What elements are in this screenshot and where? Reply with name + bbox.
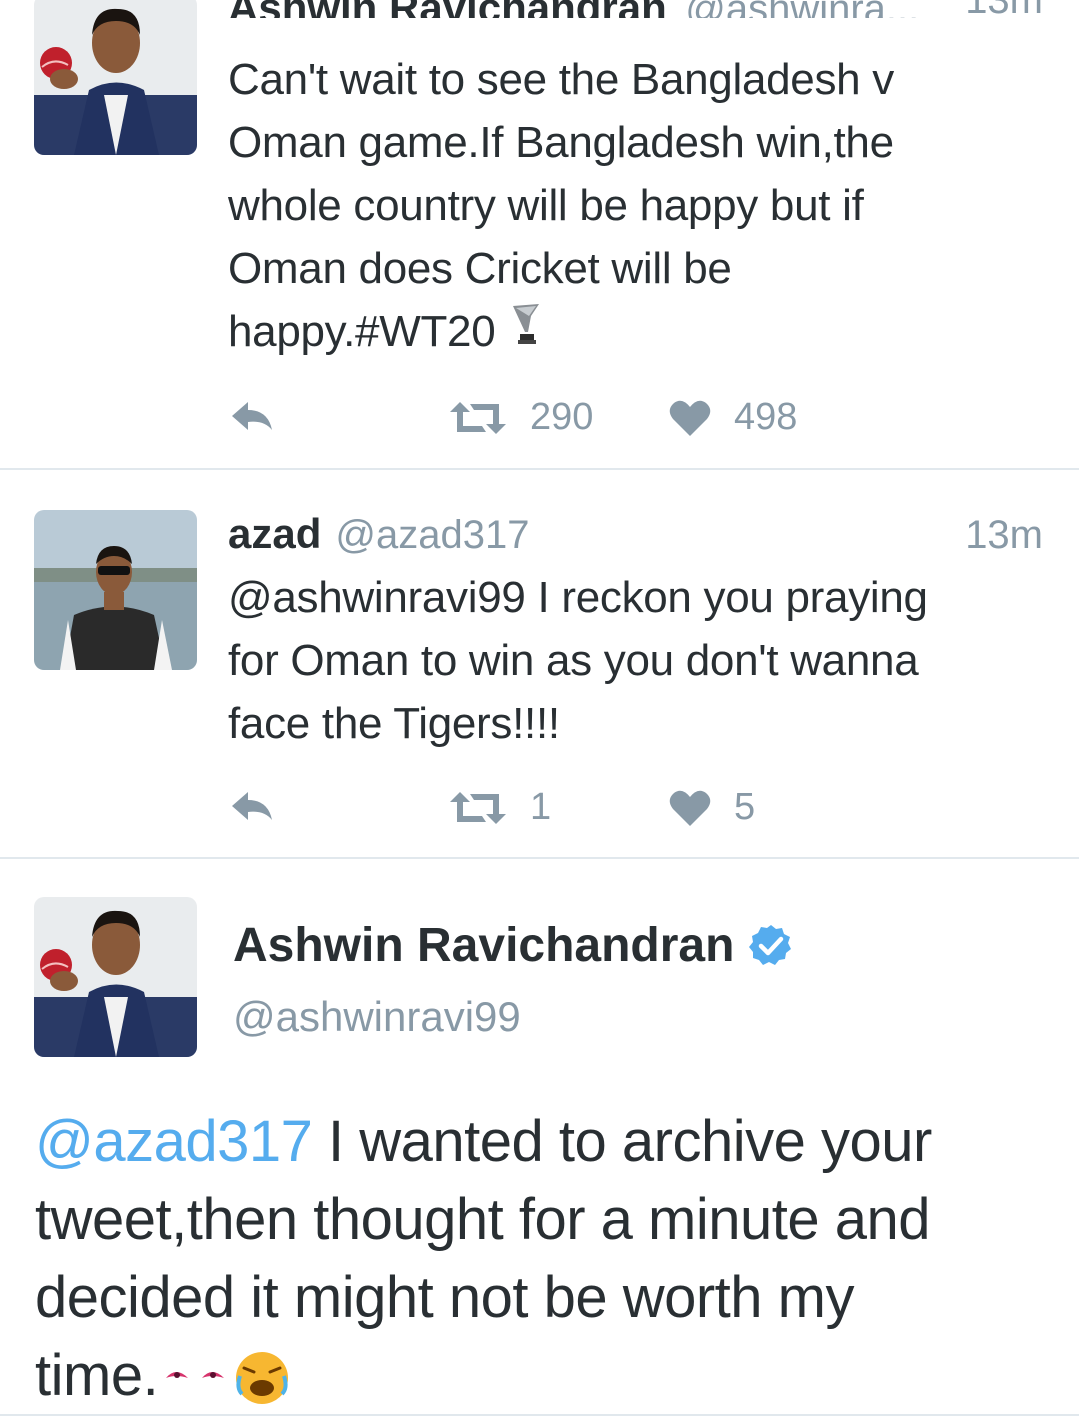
tweet3-text: @azad317 I wanted to archive your tweet,… [35, 1103, 1055, 1415]
retweet-button[interactable]: 290 [448, 396, 593, 439]
tweet3-author-name[interactable]: Ashwin Ravichandran [233, 918, 794, 973]
tweet1-line: Can't wait to see the Bangladesh v [228, 55, 894, 104]
tweet3-author-handle[interactable]: @ashwinravi99 [233, 993, 521, 1041]
avatar-ashwin-image [34, 897, 197, 1057]
reply-button[interactable] [228, 396, 276, 436]
author-name-text: Ashwin Ravichandran [233, 919, 735, 972]
avatar-ashwin-image [34, 0, 197, 155]
tweet2-line: face the Tigers!!!! [228, 699, 560, 748]
verified-icon [749, 924, 792, 965]
reply-button[interactable] [228, 786, 276, 826]
tweet2-author-handle[interactable]: @azad317 [335, 513, 529, 558]
avatar-azad[interactable] [34, 510, 197, 670]
tweet-azad[interactable]: azad @azad317 13m @ashwinravi99 I reckon… [0, 470, 1079, 858]
tweet3-line: tweet,then thought for a minute and [35, 1187, 931, 1252]
tweet2-actions: 1 5 [228, 786, 928, 832]
emoji-icon [162, 1346, 302, 1406]
trophy-icon [511, 300, 541, 363]
tweet1-line: Oman does Cricket will be [228, 244, 732, 293]
divider [0, 1414, 1079, 1416]
like-button[interactable]: 498 [668, 396, 797, 439]
tweet1-author-handle[interactable]: @ashwinra... [685, 0, 919, 18]
reply-icon [232, 792, 272, 820]
tweet1-header: Ashwin Ravichandran @ashwinra... 13m [228, 0, 1043, 18]
tweet2-line: for Oman to win as you don't wanna [228, 636, 919, 685]
tweet1-line: Oman game.If Bangladesh win,the [228, 118, 894, 167]
tweet3-line: I wanted to archive your [312, 1109, 932, 1174]
mention-link[interactable]: @azad317 [35, 1109, 313, 1174]
reply-icon [232, 402, 272, 430]
tweet3-line: decided it might not be worth my [35, 1265, 854, 1330]
tweet1-line: happy.#WT20 [228, 307, 496, 356]
tweet3-line: time. [35, 1343, 159, 1408]
tweet1-author-name[interactable]: Ashwin Ravichandran [228, 0, 667, 18]
retweet-count: 1 [530, 786, 552, 828]
retweet-icon [450, 401, 506, 434]
like-count: 5 [734, 786, 756, 828]
tweet-ashwin-1[interactable]: Ashwin Ravichandran @ashwinra... 13m Can… [0, 0, 1079, 470]
retweet-icon [450, 791, 506, 824]
retweet-button[interactable]: 1 [448, 786, 551, 829]
retweet-count: 290 [530, 396, 594, 438]
divider [0, 857, 1079, 859]
tweet1-text: Can't wait to see the Bangladesh v Oman … [228, 48, 1049, 363]
heart-icon [669, 400, 711, 436]
like-button[interactable]: 5 [668, 786, 755, 829]
tweet2-line: @ashwinravi99 I reckon you praying [228, 573, 928, 622]
avatar-ashwin[interactable] [34, 0, 197, 155]
tweet2-time[interactable]: 13m [965, 513, 1043, 558]
tweet1-line: whole country will be happy but if [228, 181, 864, 230]
tweet2-header: azad @azad317 13m [228, 510, 1043, 570]
heart-icon [669, 790, 711, 826]
tweet1-time[interactable]: 13m [965, 0, 1043, 18]
avatar-ashwin[interactable] [34, 897, 197, 1057]
tweet1-actions: 290 498 [228, 396, 928, 442]
like-count: 498 [734, 396, 798, 438]
avatar-azad-image [34, 510, 197, 670]
tweet2-text: @ashwinravi99 I reckon you praying for O… [228, 566, 1049, 755]
tweet2-author-name[interactable]: azad [228, 510, 321, 558]
